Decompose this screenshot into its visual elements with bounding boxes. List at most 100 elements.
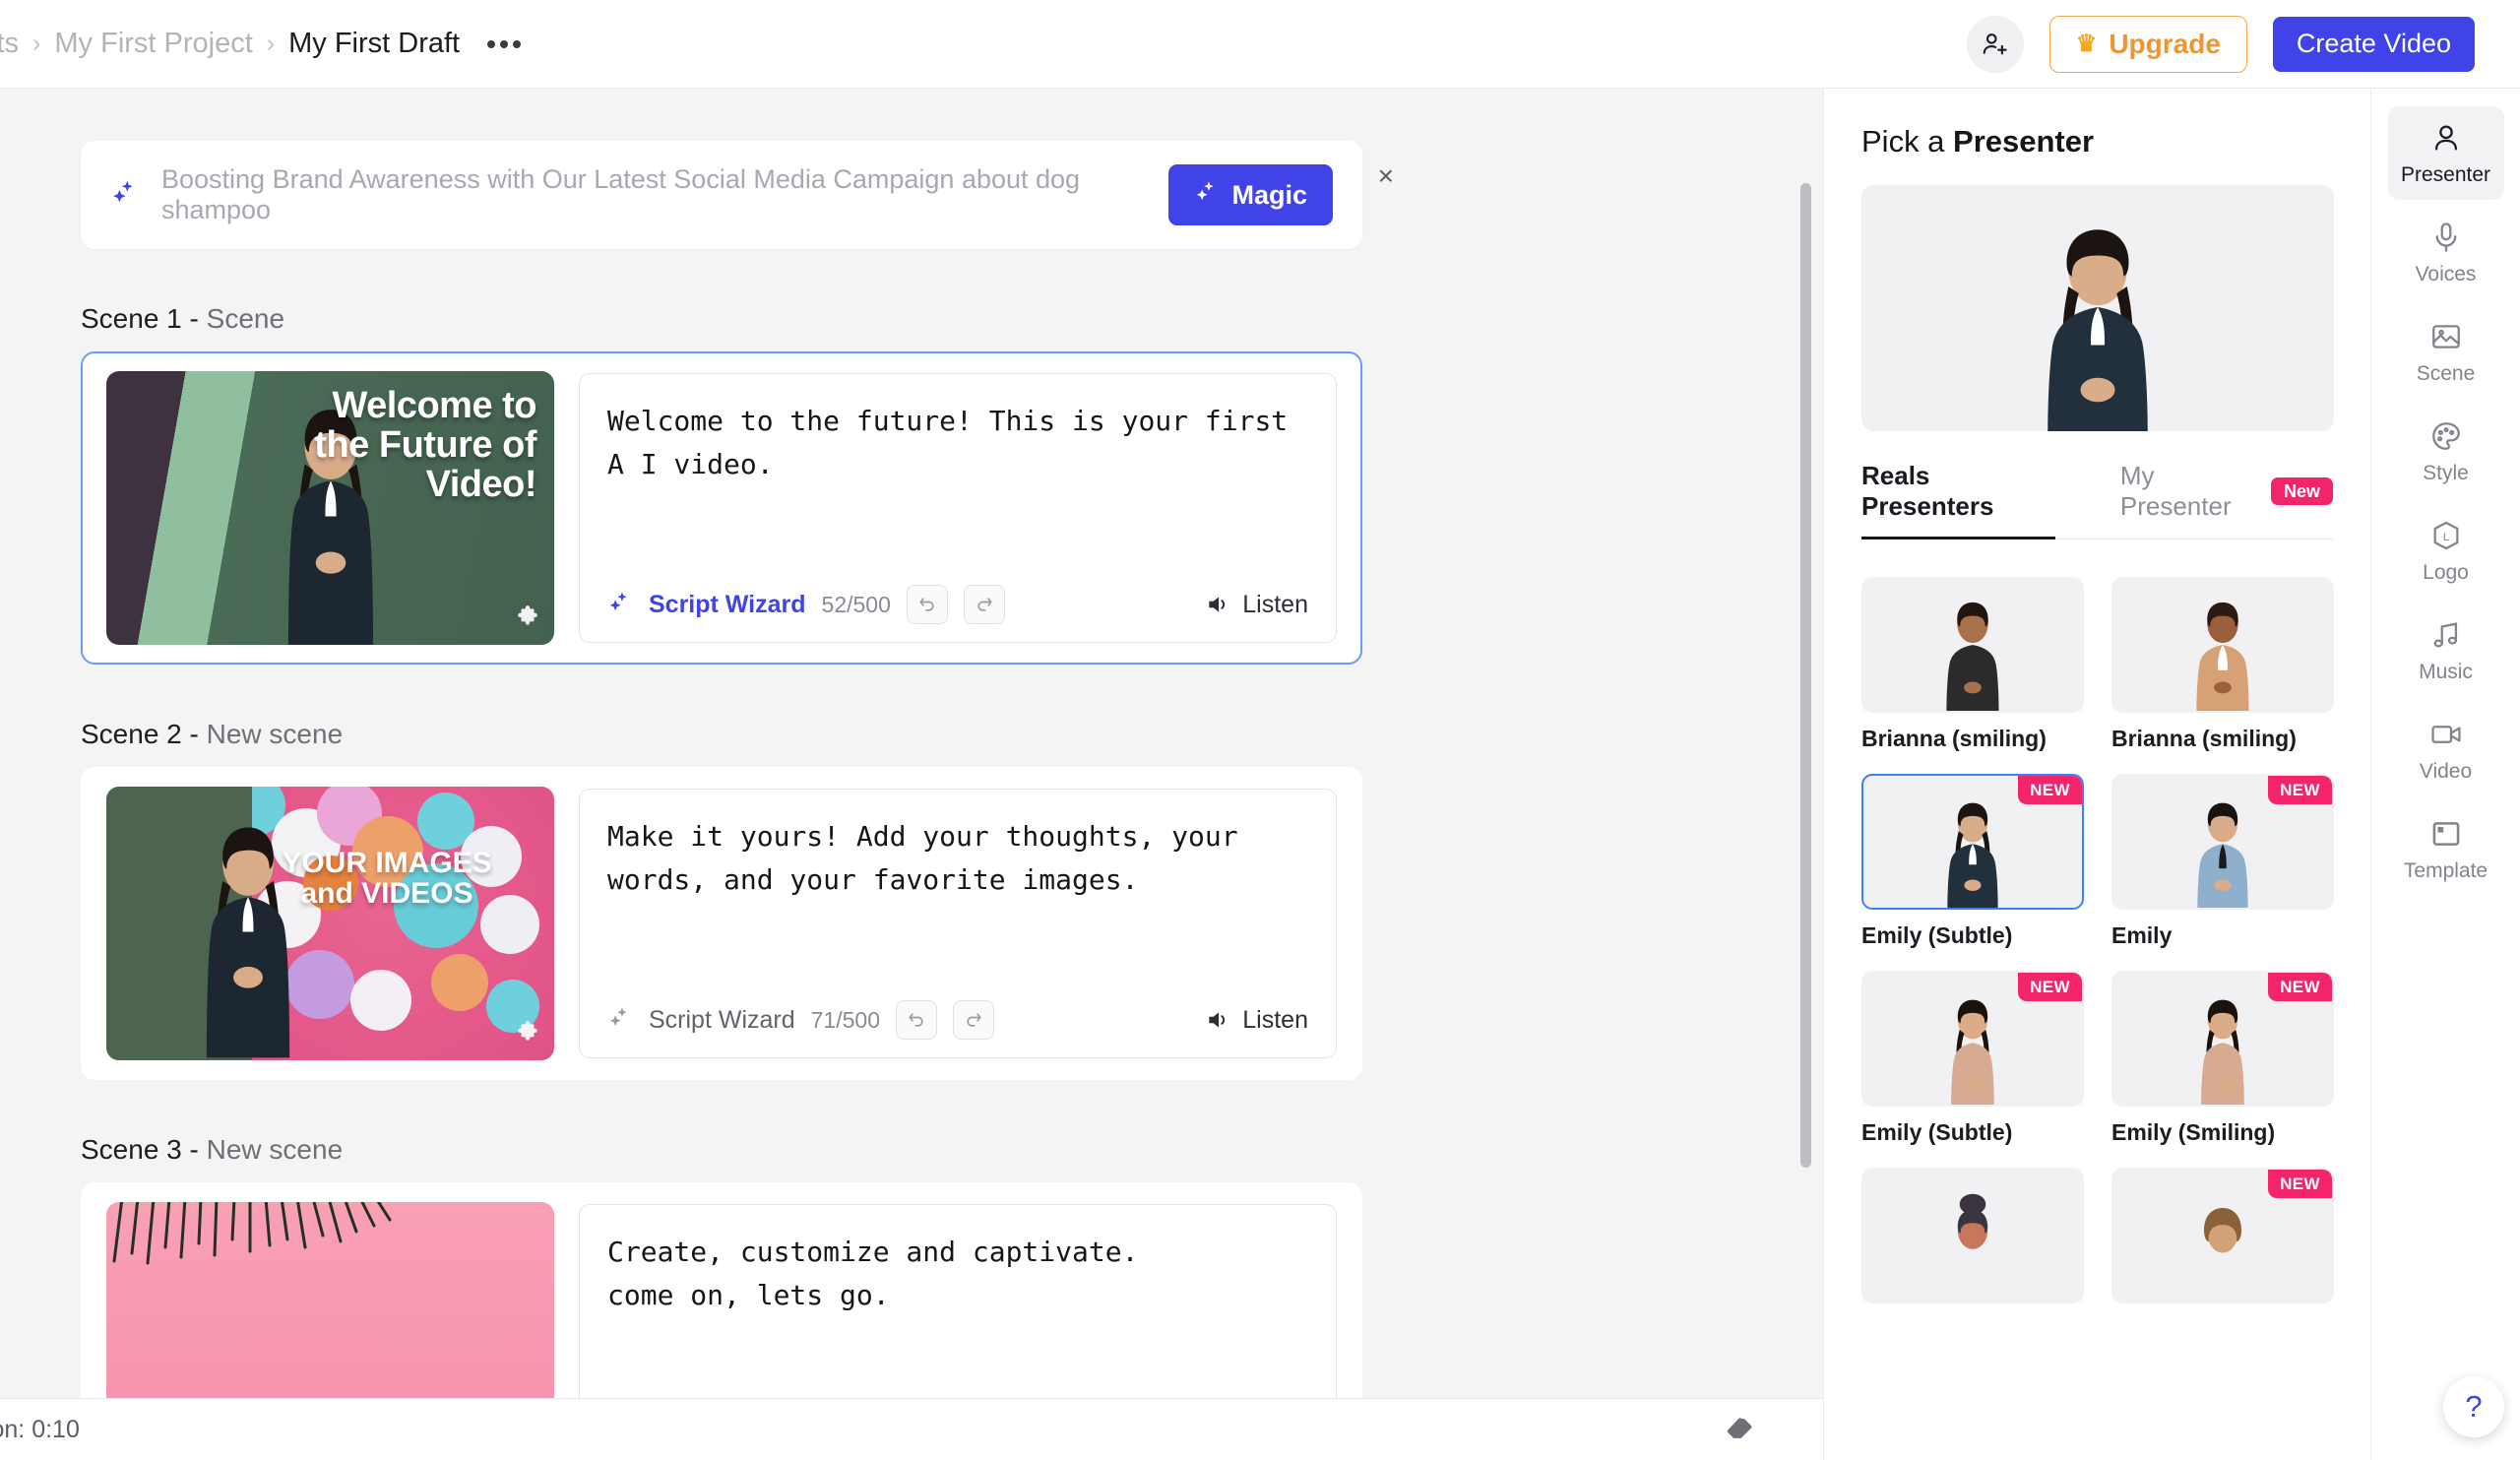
scene-1-listen-button[interactable]: Listen xyxy=(1205,591,1308,619)
rail-item-template[interactable]: Template xyxy=(2388,802,2504,896)
presenter-tabs: Reals Presenters My Presenter New xyxy=(1861,461,2333,540)
presenter-thumbnail: NEW xyxy=(1861,971,2084,1107)
invite-member-button[interactable] xyxy=(1966,15,2024,73)
rail-item-presenter[interactable]: Presenter xyxy=(2387,106,2504,200)
magic-generate-button[interactable]: Magic xyxy=(1168,164,1333,225)
tab-my-presenter[interactable]: My Presenter New xyxy=(2120,461,2333,539)
close-icon[interactable]: × xyxy=(1378,162,1394,190)
presenter-card-2[interactable]: NEW Emily (Subtle) xyxy=(1861,774,2084,949)
rail-item-scene[interactable]: Scene xyxy=(2388,305,2504,399)
bottom-bar: tion: 0:10 xyxy=(0,1398,1823,1460)
tab-my-presenter-badge: New xyxy=(2270,477,2333,505)
rail-item-voices[interactable]: Voices xyxy=(2388,206,2504,299)
sparkle-icon xyxy=(607,590,633,620)
clear-all-button[interactable] xyxy=(1713,1404,1764,1455)
puzzle-icon xyxy=(515,1020,540,1050)
presenter-image xyxy=(1951,999,1994,1105)
scene-1-index: Scene 1 - xyxy=(81,303,199,334)
scene-2-script-box[interactable]: Make it yours! Add your thoughts, your w… xyxy=(579,789,1337,1058)
scene-1-redo-button[interactable] xyxy=(963,585,1005,624)
palette-icon xyxy=(2431,422,2460,450)
template-layout-icon xyxy=(2432,822,2459,846)
new-badge: NEW xyxy=(2268,1170,2332,1198)
duration-label: tion: 0:10 xyxy=(0,1415,80,1443)
rail-label-template: Template xyxy=(2403,859,2488,882)
rail-item-logo[interactable]: L Logo xyxy=(2388,504,2504,598)
magic-prompt-bar[interactable]: Boosting Brand Awareness with Our Latest… xyxy=(81,141,1394,249)
scene-2-label: Scene 2 - New scene xyxy=(81,719,1823,750)
breadcrumb-item-draft[interactable]: My First Draft xyxy=(288,28,460,60)
more-options-button[interactable] xyxy=(487,39,522,48)
panel-title: Pick a Presenter xyxy=(1861,124,2333,159)
scene-3-thumbnail[interactable] xyxy=(106,1202,554,1398)
presenter-card-1[interactable]: Brianna (smiling) xyxy=(2111,577,2334,752)
tab-reals-presenters[interactable]: Reals Presenters xyxy=(1861,461,2055,540)
microphone-icon xyxy=(2435,222,2456,252)
scene-1-script-box[interactable]: Welcome to the future! This is your firs… xyxy=(579,373,1337,643)
puzzle-icon xyxy=(515,604,540,635)
rail-item-video[interactable]: Video xyxy=(2388,703,2504,796)
panel-title-bold: Presenter xyxy=(1953,124,2095,159)
scene-3-name: New scene xyxy=(206,1134,344,1165)
scene-card-2[interactable]: YOUR IMAGES and VIDEOS Make it yours! Ad… xyxy=(81,767,1362,1080)
scene-card-1[interactable]: Welcome to the Future of Video! Welcome … xyxy=(81,351,1362,665)
scene-3-script-box[interactable]: Create, customize and captivate. come on… xyxy=(579,1204,1337,1398)
scene-1-char-count: 52/500 xyxy=(821,591,891,617)
presenter-panel: Pick a Presenter Reals Presenters My Pre… xyxy=(1823,89,2370,1460)
presenter-thumbnail xyxy=(1861,1168,2084,1303)
presenter-image xyxy=(2196,602,2249,711)
scene-2-thumbnail[interactable]: YOUR IMAGES and VIDEOS xyxy=(106,787,554,1060)
breadcrumb-item-project[interactable]: My First Project xyxy=(54,28,252,60)
presenter-image xyxy=(2204,1208,2241,1253)
scene-card-3[interactable]: Create, customize and captivate. come on… xyxy=(81,1182,1362,1398)
scene-1-undo-button[interactable] xyxy=(906,585,948,624)
panel-title-prefix: Pick a xyxy=(1861,124,1954,159)
scene-2-script-wizard-button[interactable]: Script Wizard xyxy=(649,1006,795,1035)
rail-label-voices: Voices xyxy=(2415,263,2477,286)
scene-2-script-text[interactable]: Make it yours! Add your thoughts, your w… xyxy=(607,815,1308,902)
breadcrumb-item-projects[interactable]: cts xyxy=(0,28,19,60)
scene-1-script-text[interactable]: Welcome to the future! This is your firs… xyxy=(607,400,1308,486)
scene-1-thumbnail-text: Welcome to the Future of Video! xyxy=(314,385,536,505)
rail-label-music: Music xyxy=(2419,661,2473,683)
speaker-icon xyxy=(1209,597,1226,612)
presenter-card-6[interactable] xyxy=(1861,1168,2084,1316)
scene-editor-panel: Boosting Brand Awareness with Our Latest… xyxy=(0,89,1823,1398)
presenter-thumbnail: NEW xyxy=(2111,774,2334,910)
upgrade-button[interactable]: ♛ Upgrade xyxy=(2048,15,2247,73)
scene-3-index: Scene 3 - xyxy=(81,1134,199,1165)
person-icon xyxy=(2434,125,2457,151)
presenter-card-4[interactable]: NEW Emily (Subtle) xyxy=(1861,971,2084,1146)
scene-1-thumbnail[interactable]: Welcome to the Future of Video! xyxy=(106,371,554,645)
undo-icon xyxy=(909,1013,923,1027)
upgrade-label: Upgrade xyxy=(2109,28,2221,59)
create-video-button[interactable]: Create Video xyxy=(2272,16,2475,72)
tab-my-presenter-label: My Presenter xyxy=(2119,461,2232,521)
magic-prompt-input[interactable]: Boosting Brand Awareness with Our Latest… xyxy=(161,164,1168,225)
editor-scrollbar[interactable] xyxy=(1800,183,1811,1168)
presenter-thumbnail: NEW xyxy=(1861,774,2084,910)
scene-2-undo-button[interactable] xyxy=(896,1000,937,1040)
image-icon xyxy=(2431,325,2460,349)
rail-item-style[interactable]: Style xyxy=(2388,405,2504,498)
presenter-image xyxy=(1946,602,1999,711)
presenter-card-7[interactable]: NEW xyxy=(2111,1168,2334,1316)
presenter-preview[interactable] xyxy=(1861,185,2334,431)
presenter-card-5[interactable]: NEW Emily (Smiling) xyxy=(2111,971,2334,1146)
scene-3-script-text[interactable]: Create, customize and captivate. come on… xyxy=(607,1231,1308,1317)
rail-item-music[interactable]: Music xyxy=(2388,603,2504,697)
scene-2-listen-button[interactable]: Listen xyxy=(1205,1006,1308,1035)
presenter-name: Emily (Smiling) xyxy=(2111,1119,2276,1145)
scene-2-redo-button[interactable] xyxy=(953,1000,994,1040)
help-button[interactable]: ? xyxy=(2443,1376,2504,1437)
presenter-thumbnail xyxy=(1861,577,2084,713)
hexagon-logo-icon: L xyxy=(2433,521,2458,550)
presenter-card-0[interactable]: Brianna (smiling) xyxy=(1861,577,2084,752)
scene-1-script-wizard-button[interactable]: Script Wizard xyxy=(649,591,806,619)
presenter-image xyxy=(1957,1193,1988,1249)
new-badge: NEW xyxy=(2268,776,2332,804)
magic-button-label: Magic xyxy=(1231,179,1307,210)
presenter-card-3[interactable]: NEW Emily xyxy=(2111,774,2334,949)
svg-text:L: L xyxy=(2442,532,2448,543)
scene-1-script-footer: Script Wizard 52/500 Listen xyxy=(607,585,1308,624)
